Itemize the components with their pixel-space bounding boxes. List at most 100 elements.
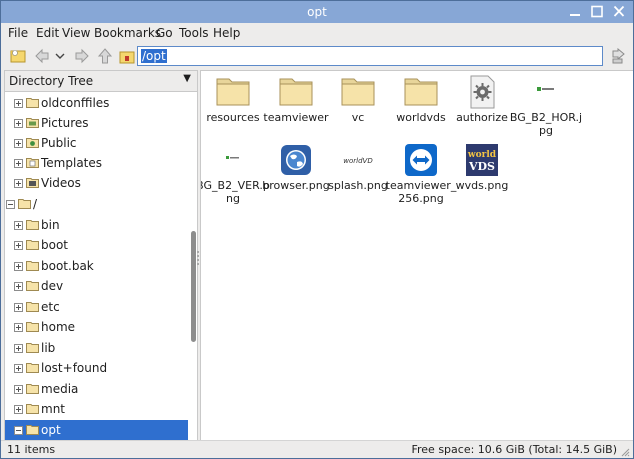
tree-item-pictures[interactable]: Pictures [5,113,188,133]
expand-icon[interactable] [14,344,23,353]
collapse-icon[interactable] [6,200,15,209]
expand-icon[interactable] [14,405,23,414]
public-folder-icon [26,138,39,148]
menu-file[interactable]: File [8,26,28,40]
menu-view[interactable]: View [62,26,90,40]
tree-item-root[interactable]: / [5,194,188,214]
expand-icon[interactable] [14,139,23,148]
menu-bookmarks[interactable]: Bookmarks [94,26,161,40]
up-icon[interactable] [97,48,113,64]
expand-icon[interactable] [14,221,23,230]
folder-icon [26,384,39,394]
tree-item-oldconffiles[interactable]: oldconffiles [5,93,188,113]
folder-icon [341,78,375,106]
new-tab-icon[interactable] [10,48,26,64]
folder-icon [26,302,39,312]
folder-icon [26,343,39,353]
menu-help[interactable]: Help [213,26,240,40]
tree-item-label: Templates [41,156,103,170]
file-icon-view: resources teamviewer vc worldvds authori… [200,70,633,442]
tree-item-label: boot.bak [41,259,94,273]
location-bar[interactable]: /opt [137,46,603,66]
expand-icon[interactable] [14,364,23,373]
tree-item-mnt[interactable]: mnt [5,399,188,419]
tree-item-lib[interactable]: lib [5,338,188,358]
folder-icon [26,404,39,414]
expand-icon[interactable] [14,179,23,188]
expand-icon[interactable] [14,241,23,250]
back-icon[interactable] [34,48,50,64]
tree-item-label: lost+found [41,361,108,375]
tree-scrollbar-thumb[interactable] [191,231,196,342]
tree-item-home[interactable]: home [5,317,188,337]
expand-icon[interactable] [14,119,23,128]
location-input[interactable]: /opt [141,49,167,63]
tree-item-label: oldconffiles [41,96,110,110]
tree-item-boot-bak[interactable]: boot.bak [5,256,188,276]
pictures-folder-icon [26,118,39,128]
folder-icon [26,240,39,250]
tree-item-label: home [41,320,76,334]
window-title: opt [307,5,327,19]
expand-icon[interactable] [14,262,23,271]
tree-item-templates[interactable]: Templates [5,153,188,173]
file-name: BG_B2_HOR.jpg [509,111,583,137]
splash-logo-text: worldVD [343,157,373,165]
tree-item-opt[interactable]: opt [5,420,188,440]
expand-icon[interactable] [14,159,23,168]
chevron-down-icon[interactable]: ▼ [183,73,191,84]
wvds-logo-line2: VDS [468,160,495,173]
folder-open-icon [26,425,39,435]
close-icon[interactable] [611,4,627,19]
menu-tools[interactable]: Tools [179,26,209,40]
file-manager-window: opt File Edit View Bookmarks Go Tools He… [0,0,634,459]
side-pane-mode-label: Directory Tree [9,74,94,88]
resize-grip-icon[interactable] [620,447,630,457]
go-icon[interactable] [610,48,626,64]
image-thumbnail-icon [537,87,554,91]
expand-icon[interactable] [14,385,23,394]
maximize-icon[interactable] [589,4,605,19]
tree-item-label: Public [41,136,77,150]
folder-icon [216,78,250,106]
folder-icon [26,98,39,108]
tree-item-boot[interactable]: boot [5,235,188,255]
expand-icon[interactable] [14,282,23,291]
history-dropdown-icon[interactable] [55,48,65,64]
tree-item-bin[interactable]: bin [5,215,188,235]
folder-icon [18,199,31,209]
tree-item-lost-found[interactable]: lost+found [5,358,188,378]
side-pane-mode-selector[interactable]: Directory Tree ▼ [5,71,197,92]
menu-go[interactable]: Go [156,26,173,40]
tree-item-label: lib [41,341,56,355]
expand-icon[interactable] [14,303,23,312]
minimize-icon[interactable] [567,4,583,19]
free-space: Free space: 10.6 GiB (Total: 14.5 GiB) [411,443,617,456]
tree-item-label: mnt [41,402,65,416]
tree-item-label: boot [41,238,69,252]
pane-splitter[interactable] [197,251,199,265]
tree-item-media[interactable]: media [5,379,188,399]
item-count: 11 items [7,443,56,456]
menu-edit[interactable]: Edit [36,26,59,40]
menu-bar: File Edit View Bookmarks Go Tools Help [1,23,633,43]
globe-icon [281,145,311,175]
tree-item-videos[interactable]: Videos [5,173,188,193]
tree-item-dev[interactable]: dev [5,276,188,296]
forward-icon[interactable] [74,48,90,64]
videos-folder-icon [26,178,39,188]
file-name: wvds.png [455,179,509,192]
expand-icon[interactable] [14,323,23,332]
tree-item-label: Pictures [41,116,89,130]
folder-icon [279,78,313,106]
worldvds-logo-icon: world VDS [466,144,498,176]
folder-icon [26,322,39,332]
expand-icon[interactable] [14,99,23,108]
tree-item-label: etc [41,300,60,314]
home-icon[interactable] [119,48,135,64]
tree-item-label: bin [41,218,60,232]
tree-item-etc[interactable]: etc [5,297,188,317]
tree-item-public[interactable]: Public [5,133,188,153]
title-bar[interactable]: opt [1,1,633,23]
collapse-icon[interactable] [14,426,23,435]
